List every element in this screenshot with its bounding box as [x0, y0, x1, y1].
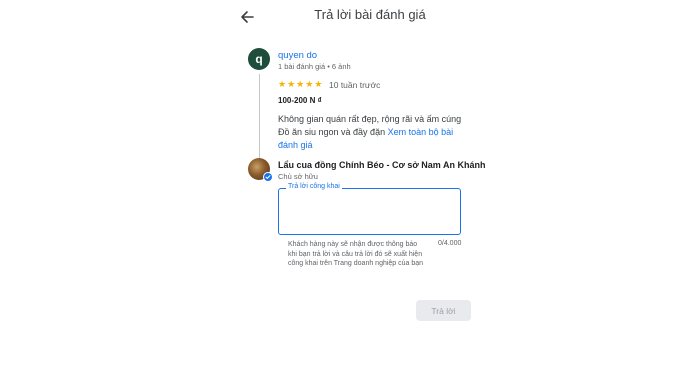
- public-reply-input[interactable]: [278, 188, 461, 235]
- review-text-line: Đồ ăn siu ngon và đầy đặn: [278, 127, 386, 137]
- review-text-line: Không gian quán rất đẹp, rộng rãi và ấm …: [278, 114, 462, 124]
- review-text: Không gian quán rất đẹp, rộng rãi và ấm …: [278, 113, 478, 152]
- verified-check-icon: [263, 172, 273, 182]
- star-rating: ★ ★ ★ ★ ★: [278, 79, 322, 89]
- thread-connector: [259, 74, 260, 162]
- reviewer-meta: 1 bài đánh giá • 6 ảnh: [278, 62, 351, 71]
- review-time: 10 tuần trước: [329, 80, 381, 90]
- reply-helper-text: Khách hàng này sẽ nhận được thông báo kh…: [288, 241, 424, 267]
- submit-reply-button[interactable]: Trả lời: [416, 300, 471, 321]
- star-icon: ★: [278, 79, 287, 89]
- reviewer-avatar[interactable]: q: [248, 48, 270, 70]
- see-more-link-continued[interactable]: đánh giá: [278, 139, 478, 152]
- character-counter: 0/4.000: [438, 240, 462, 247]
- star-icon: ★: [287, 79, 296, 89]
- see-more-link[interactable]: Xem toàn bộ bài: [388, 127, 454, 137]
- back-button[interactable]: [236, 6, 258, 28]
- arrow-back-icon: [241, 11, 254, 23]
- page-title: Trả lời bài đánh giá: [314, 7, 426, 22]
- price-range: 100-200 N ₫: [278, 96, 322, 105]
- owner-role: Chủ sở hữu: [278, 172, 318, 181]
- public-reply-label: Trả lời công khai: [286, 183, 342, 190]
- reply-review-page: Trả lời bài đánh giá q quyen do 1 bài đá…: [0, 0, 700, 385]
- star-icon: ★: [296, 79, 305, 89]
- owner-name: Lẩu cua đồng Chính Béo - Cơ sở Nam An Kh…: [278, 160, 486, 170]
- star-icon: ★: [305, 79, 314, 89]
- star-icon: ★: [314, 79, 323, 89]
- reviewer-name-link[interactable]: quyen do: [278, 50, 317, 61]
